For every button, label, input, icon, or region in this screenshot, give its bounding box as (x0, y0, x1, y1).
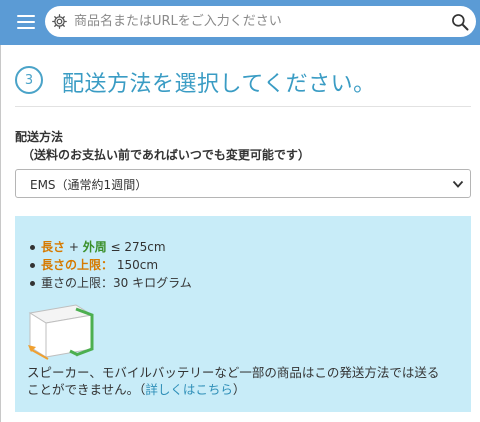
chevron-down-icon (452, 180, 464, 188)
length-limit-label: 長さの上限： (41, 258, 114, 272)
list-item-length: 長さの上限： 150cm (27, 256, 192, 274)
list-item-weight: 重さの上限：30 キログラム (27, 274, 192, 292)
limits-list: 長さ + 外周 ≤ 275cm 長さの上限： 150cm 重さの上限：30 キロ… (27, 238, 192, 292)
size-girth-label: 外周 (82, 240, 107, 254)
shipping-method-label: 配送方法 (15, 130, 64, 144)
header-bar (0, 0, 480, 45)
step-number: 3 (15, 66, 43, 94)
length-limit-value: 150cm (113, 258, 159, 272)
restriction-note: スピーカー、モバイルバッテリーなど一部の商品はこの発送方法では送ることができませ… (27, 364, 447, 398)
search-icon[interactable] (450, 12, 470, 32)
size-value: ≤ 275cm (106, 240, 166, 254)
weight-limit: 重さの上限：30 キログラム (41, 276, 192, 290)
divider (15, 106, 471, 107)
search-input[interactable] (74, 10, 434, 33)
search-bar[interactable] (45, 6, 476, 37)
shipping-method-sublabel: （送料のお支払い前であればいつでも変更可能です） (22, 148, 310, 162)
package-size-illustration (28, 304, 94, 360)
selected-option: EMS（通常約1週間） (30, 178, 148, 192)
size-plus: + (65, 240, 83, 254)
size-length-label: 長さ (41, 240, 66, 254)
menu-icon[interactable] (17, 15, 35, 29)
shipping-method-select[interactable]: EMS（通常約1週間） (15, 169, 471, 198)
details-link[interactable]: 詳しくはこちら (145, 382, 233, 397)
gear-icon[interactable] (51, 13, 68, 30)
left-border (0, 45, 1, 422)
step-title: 配送方法を選択してください。 (62, 72, 376, 97)
list-item-size: 長さ + 外周 ≤ 275cm (27, 238, 192, 256)
note-end: ） (232, 382, 246, 397)
